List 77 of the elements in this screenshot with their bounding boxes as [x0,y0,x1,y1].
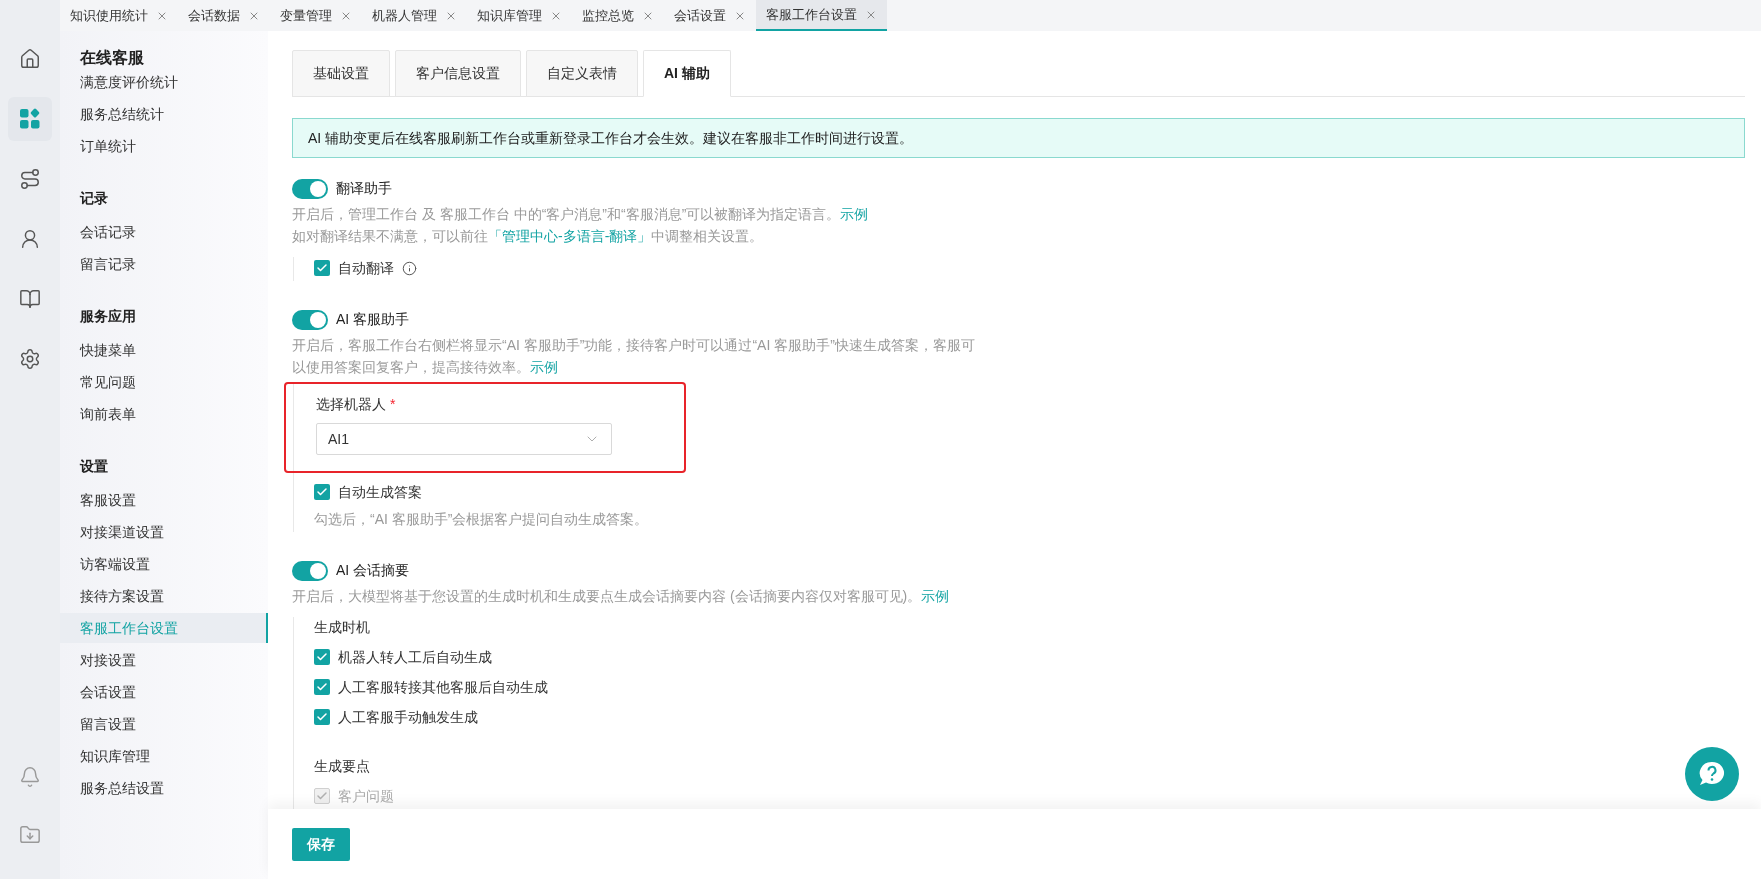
group-label: 生成要点 [314,757,370,776]
required-mark: * [390,395,396,414]
page-tab[interactable]: 会话数据 [178,0,270,31]
page-tab[interactable]: 监控总览 [572,0,664,31]
notice-banner: AI 辅助变更后在线客服刷新工作台或重新登录工作台才会生效。建议在客服非工作时间进行设置。 [292,118,1745,158]
page-tab[interactable]: 会话设置 [664,0,756,31]
sidebar-item[interactable]: 快捷菜单 [60,335,268,365]
home-icon [19,48,41,70]
checkbox[interactable] [314,679,330,695]
checkbox-label: 人工客服手动触发生成 [338,707,478,727]
check-icon [316,681,328,693]
help-icon [1698,761,1726,787]
bell-icon [19,766,41,788]
toggle-switch[interactable] [292,309,328,330]
sidebar-item[interactable]: 服务总结设置 [60,773,268,803]
sidebar-heading: 设置 [78,457,109,476]
section-title: AI 客服助手 [336,310,410,329]
sidebar-item[interactable]: 访客端设置 [60,549,268,579]
sidebar-item[interactable]: 订单统计 [60,131,268,161]
sidebar-item[interactable]: 留言设置 [60,709,268,739]
help-button[interactable] [1685,747,1739,801]
checkbox[interactable] [314,709,330,725]
person-icon [19,228,41,250]
group-label: 生成时机 [314,618,370,637]
checkbox[interactable] [314,649,330,665]
page-tab[interactable]: 机器人管理 [362,0,467,31]
toggle-switch[interactable] [292,178,328,199]
sidebar-heading: 记录 [78,189,109,208]
checkbox-label: 人工客服转接其他客服后自动生成 [338,677,548,697]
checkbox[interactable] [314,260,330,276]
section-title: 翻译助手 [336,179,392,198]
description-text: 开启后，大模型将基于您设置的生成时机和生成要点生成会话摘要内容 (会话摘要内容仅对客服可见)。示例 [292,587,951,606]
sidebar-item[interactable]: 客服设置 [60,485,268,515]
check-icon [316,790,328,802]
description-text: 开启后，管理工作台 及 客服工作台 中的“客户消息”和“客服消息”可以被翻译为指定语言。示例 [292,205,870,224]
page-tab[interactable]: 变量管理 [270,0,362,31]
check-icon [316,711,328,723]
check-icon [316,651,328,663]
sidebar-item[interactable]: 服务总结统计 [60,99,268,129]
sidebar-item[interactable]: 留言记录 [60,249,268,279]
settings-tab[interactable]: 自定义表情 [526,50,638,97]
toggle-switch[interactable] [292,560,328,581]
sidebar-item[interactable]: 询前表单 [60,399,268,429]
checkbox-label: 自动生成答案 [338,482,422,502]
settings-tab[interactable]: 基础设置 [292,50,390,97]
hint-text: 勾选后，“AI 客服助手”会根据客户提问自动生成答案。 [314,510,650,529]
sidebar-item[interactable]: 对接设置 [60,645,268,675]
page-tab[interactable]: 客服工作台设置 [756,0,887,31]
route-icon [19,168,41,190]
book-icon [19,288,41,310]
check-icon [316,262,328,274]
section-title: AI 会话摘要 [336,561,410,580]
settings-tab[interactable]: AI 辅助 [643,50,731,97]
page-tab[interactable]: 知识使用统计 [60,0,178,31]
checkbox-label: 自动翻译 [338,258,394,278]
settings-icon [19,348,41,370]
sidebar-item[interactable]: 会话设置 [60,677,268,707]
sidebar-item[interactable]: 会话记录 [60,217,268,247]
sidebar-item[interactable]: 满意度评价统计 [60,67,268,97]
page-tab[interactable]: 知识库管理 [467,0,572,31]
sidebar-heading: 服务应用 [79,307,137,326]
checkbox[interactable] [314,484,330,500]
sidebar-item[interactable]: 接待方案设置 [60,581,268,611]
robot-select[interactable]: AI1 [316,423,612,455]
sidebar-title: 在线客服 [79,48,145,68]
sidebar-item[interactable]: 对接渠道设置 [60,517,268,547]
apps-icon [19,108,41,130]
check-icon [316,486,328,498]
sidebar-item[interactable]: 常见问题 [60,367,268,397]
field-label: 选择机器人 [316,395,386,414]
checkbox-label: 客户问题 [338,786,394,806]
checkbox-label: 机器人转人工后自动生成 [338,647,492,667]
settings-tab[interactable]: 客户信息设置 [395,50,521,97]
sidebar-item[interactable]: 知识库管理 [60,741,268,771]
description-text: 如对翻译结果不满意，可以前往「管理中心-多语言-翻译」中调整相关设置。 [292,227,765,246]
download-icon [19,824,41,846]
description-text: 开启后，客服工作台右侧栏将显示“AI 客服助手”功能，接待客户时可以通过“AI 客服助手”快速生成答案，客服可以使用答案回复客户，提高接待效率。示例 [292,336,976,377]
